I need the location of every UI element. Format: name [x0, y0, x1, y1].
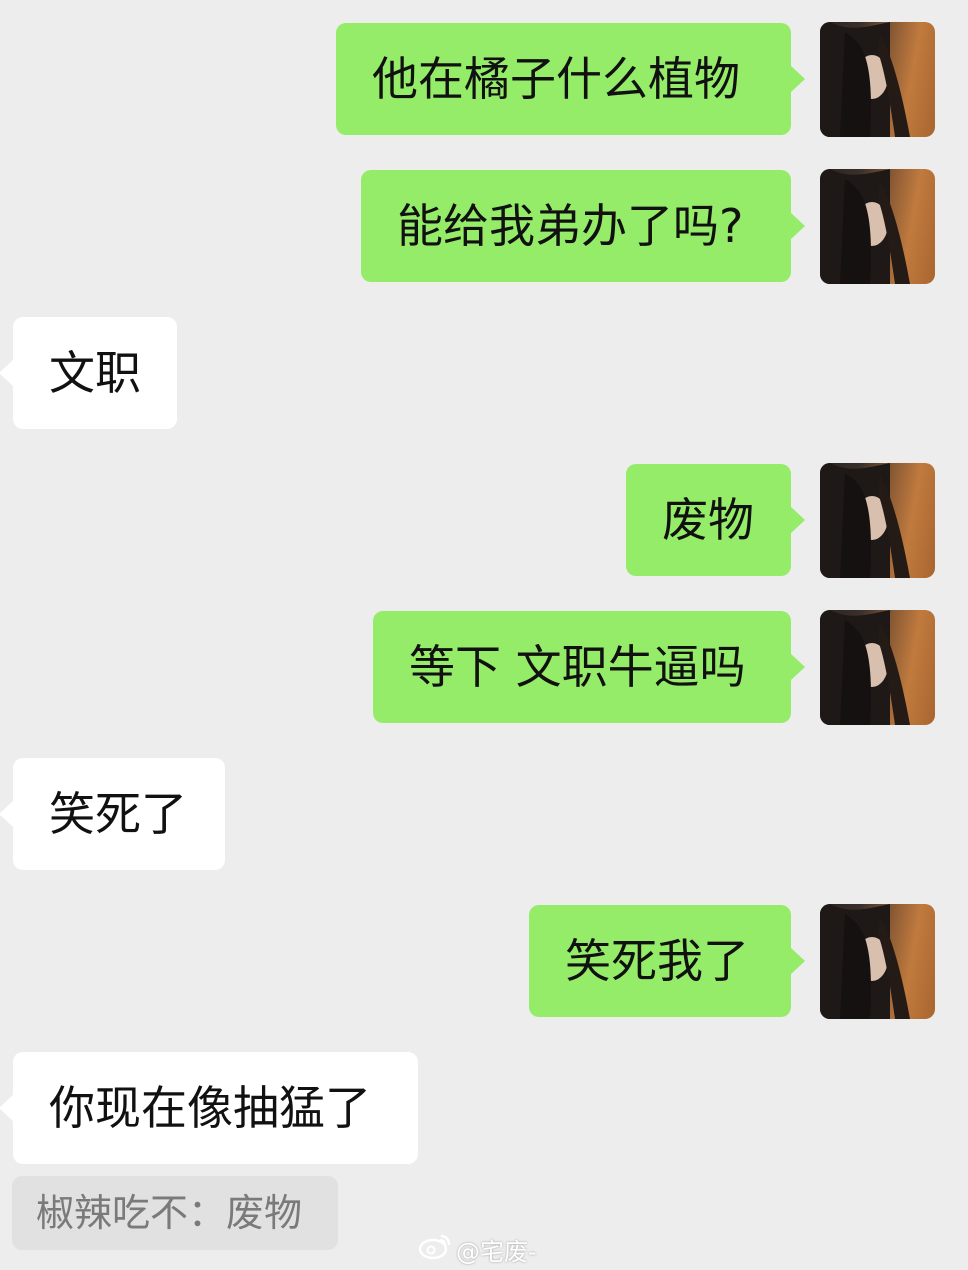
- avatar[interactable]: [820, 169, 935, 284]
- message-bubble-sent[interactable]: 等下 文职牛逼吗: [373, 611, 805, 723]
- message-bubble-sent[interactable]: 能给我弟办了吗?: [361, 170, 805, 282]
- message-bubble-sent[interactable]: 废物: [626, 464, 805, 576]
- message-bubble-received[interactable]: 文职: [0, 317, 177, 429]
- message-bubble-sent[interactable]: 笑死我了: [529, 905, 805, 1017]
- avatar[interactable]: [820, 22, 935, 137]
- message-bubble-received[interactable]: 你现在像抽猛了: [0, 1052, 418, 1164]
- avatar[interactable]: [820, 904, 935, 1019]
- message-bubble-received[interactable]: 笑死了: [0, 758, 225, 870]
- watermark-handle: @宅废-: [456, 1237, 537, 1266]
- weibo-icon: [418, 1232, 452, 1266]
- avatar[interactable]: [820, 610, 935, 725]
- message-bubble-sent[interactable]: 他在橘子什么植物: [336, 23, 805, 135]
- avatar[interactable]: [820, 463, 935, 578]
- watermark: @宅废-: [418, 1232, 537, 1266]
- quoted-reply[interactable]: 椒辣吃不：废物: [12, 1176, 338, 1250]
